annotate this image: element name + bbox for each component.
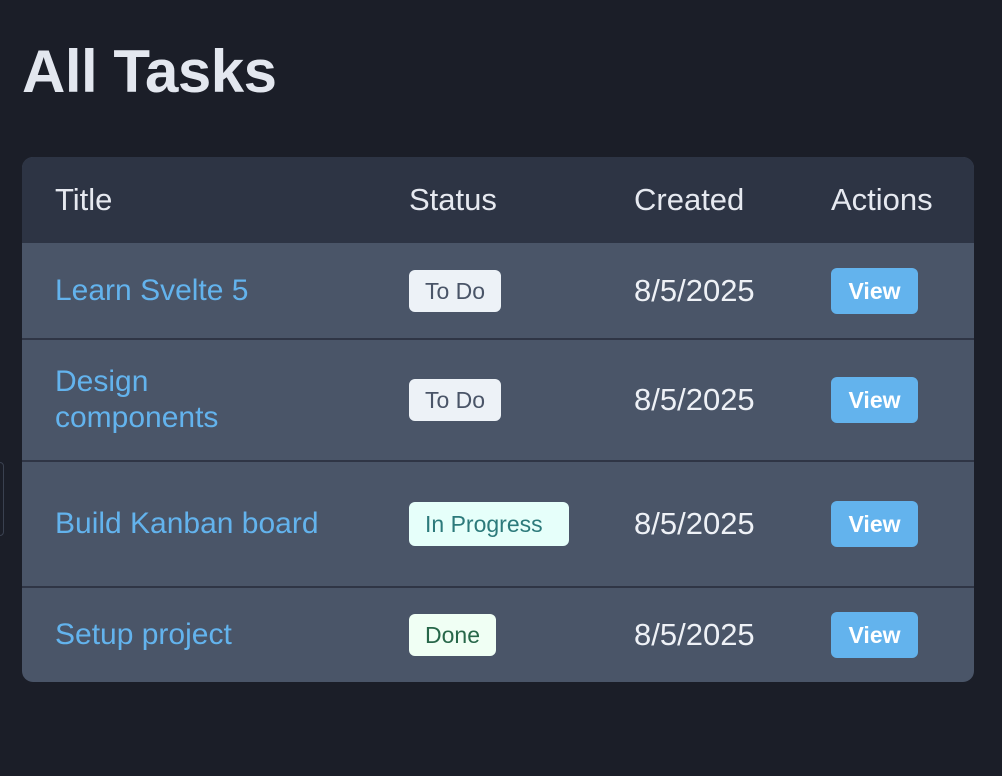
table-row: Design components To Do 8/5/2025 View xyxy=(22,338,974,460)
table-row: Setup project Done 8/5/2025 View xyxy=(22,586,974,682)
view-button[interactable]: View xyxy=(831,377,918,423)
status-badge: To Do xyxy=(409,269,502,312)
created-date: 8/5/2025 xyxy=(634,506,755,541)
side-panel-handle[interactable] xyxy=(0,462,4,536)
task-title-link[interactable]: Setup project xyxy=(55,617,232,653)
status-badge: Done xyxy=(409,614,496,656)
task-title-link[interactable]: Build Kanban board xyxy=(55,506,319,542)
column-header-actions: Actions xyxy=(831,182,933,217)
status-badge: To Do xyxy=(409,379,502,421)
table-header: Title Status Created Actions xyxy=(22,157,974,243)
created-date: 8/5/2025 xyxy=(634,272,755,308)
created-date: 8/5/2025 xyxy=(634,617,755,652)
column-header-status: Status xyxy=(409,182,497,217)
view-button[interactable]: View xyxy=(831,612,918,658)
created-date: 8/5/2025 xyxy=(634,382,755,417)
table-row: Learn Svelte 5 To Do 8/5/2025 View xyxy=(22,243,974,338)
view-button[interactable]: View xyxy=(831,501,918,547)
column-header-title: Title xyxy=(55,182,113,217)
page-title: All Tasks xyxy=(22,38,277,105)
task-title-link[interactable]: Design components xyxy=(55,364,315,436)
view-button[interactable]: View xyxy=(831,267,918,314)
table-row: Build Kanban board In Progress 8/5/2025 … xyxy=(22,460,974,586)
task-title-link[interactable]: Learn Svelte 5 xyxy=(55,273,248,309)
status-badge: In Progress xyxy=(409,502,569,546)
column-header-created: Created xyxy=(634,182,745,217)
tasks-table: Title Status Created Actions Learn Svelt… xyxy=(22,157,974,682)
